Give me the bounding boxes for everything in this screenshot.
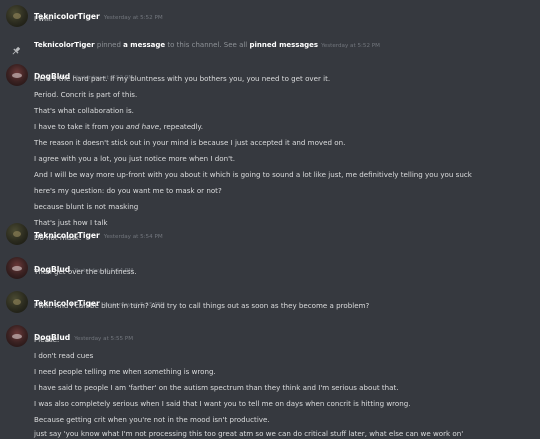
pin-icon: [11, 41, 21, 60]
message-text: Please.: [34, 335, 60, 344]
message-text: Here's the hard part. If my bluntness wi…: [34, 74, 331, 83]
pinned-messages-link[interactable]: pinned messages: [250, 41, 319, 49]
message-text: Then get over the bluntness.: [34, 267, 137, 276]
pin-author[interactable]: TeknicolorTiger: [34, 41, 95, 49]
message-text-part: , repeatedly.: [159, 122, 203, 131]
message-text: And I will be way more up-front with you…: [34, 170, 472, 179]
timestamp: Yesterday at 5:52 PM: [103, 15, 163, 21]
pinned-label: pinned: [96, 41, 121, 49]
pin-notice: TeknicolorTiger pinned a message to this…: [0, 40, 540, 55]
pin-notice-text: TeknicolorTiger pinned a message to this…: [34, 41, 380, 49]
message-text: I will.: [34, 14, 53, 23]
message-text: I agree with you a lot, you just notice …: [34, 154, 236, 163]
message-text: Because getting crit when you're not in …: [34, 415, 270, 424]
avatar[interactable]: [6, 257, 28, 279]
timestamp: Yesterday at 5:55 PM: [74, 336, 134, 342]
message-text: I need people telling me when something …: [34, 367, 216, 376]
avatar[interactable]: [6, 64, 28, 86]
message-text: here's my question: do you want me to ma…: [34, 186, 222, 195]
timestamp: Yesterday at 5:52 PM: [321, 43, 380, 49]
pin-channel-text: to this channel. See all: [167, 41, 248, 49]
avatar[interactable]: [6, 5, 28, 27]
message-text: I was also completely serious when I sai…: [34, 399, 411, 408]
avatar[interactable]: [6, 325, 28, 347]
message-header: TeknicolorTiger Yesterday at 5:52 PM: [34, 4, 163, 23]
message-text: That's what collaboration is.: [34, 106, 134, 115]
italic-text: and have: [126, 122, 160, 131]
message-text: because blunt is not masking: [34, 202, 139, 211]
avatar[interactable]: [6, 291, 28, 313]
avatar[interactable]: [6, 223, 28, 245]
message-text: The reason it doesn't stick out in your …: [34, 138, 346, 147]
message-text: I have said to people I am 'farther' on …: [34, 383, 399, 392]
message-text-part: I have to take it from you: [34, 122, 127, 131]
message-text: I have to take it from you and have, rep…: [34, 122, 203, 132]
chat-log: TeknicolorTiger Yesterday at 5:52 PM I wi…: [0, 0, 540, 438]
message-text: Period. Concrit is part of this.: [34, 90, 138, 99]
message-text: Do not mask.: [34, 233, 82, 242]
message-text: I will. And I can be blunt in turn? And …: [34, 301, 370, 310]
timestamp: Yesterday at 5:54 PM: [103, 234, 163, 240]
pinned-message-link[interactable]: a message: [123, 41, 165, 49]
message-text: I don't read cues: [34, 351, 94, 360]
